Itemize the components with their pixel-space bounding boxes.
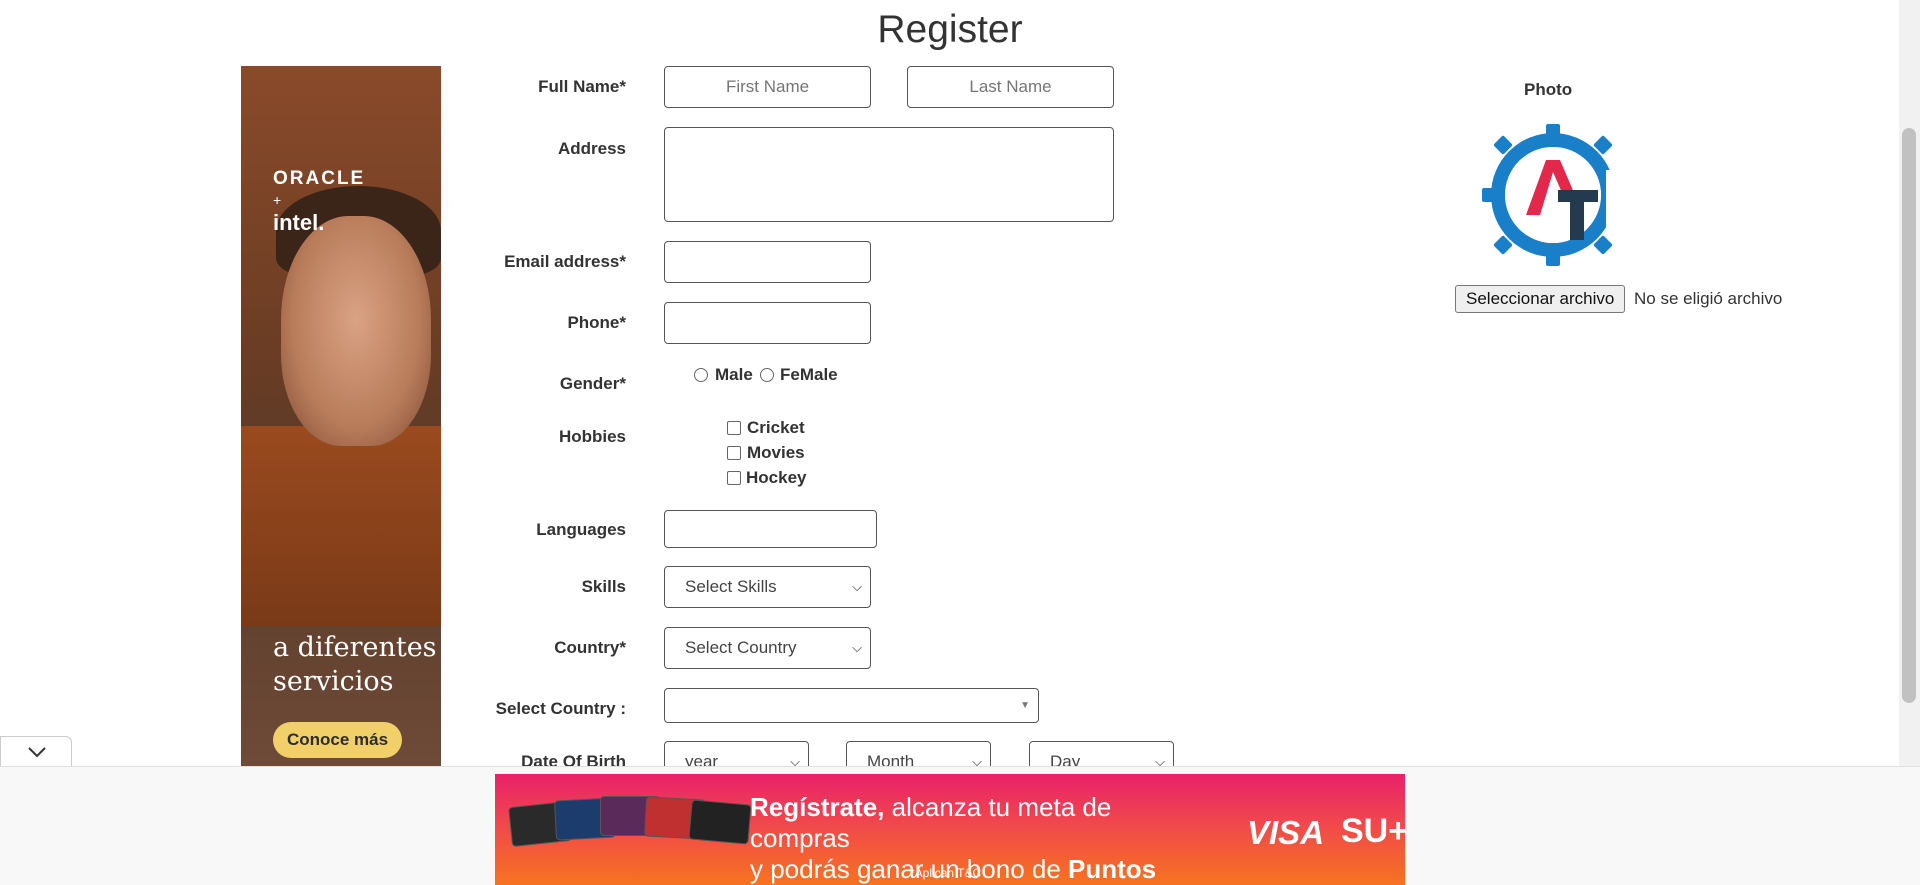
skills-select[interactable]: Select Skills ⌵ bbox=[664, 566, 871, 608]
caret-down-icon: ▼ bbox=[1020, 700, 1030, 711]
ad-brand-intel: intel. bbox=[273, 210, 325, 235]
ad-brand-plus: + bbox=[273, 192, 282, 208]
ad-card-image bbox=[688, 799, 752, 845]
ad-fine-print: *Aplican T&C bbox=[910, 866, 982, 880]
country-select-value: Select Country bbox=[685, 638, 797, 657]
last-name-input[interactable] bbox=[907, 66, 1114, 108]
ad-image-shirt bbox=[241, 426, 441, 626]
address-textarea[interactable] bbox=[664, 127, 1114, 222]
hobbies-label: Hobbies bbox=[558, 427, 626, 446]
photo-label: Photo bbox=[1524, 80, 1573, 99]
chevron-down-icon: ⌵ bbox=[852, 579, 862, 594]
bottom-advertisement[interactable]: Regístrate, alcanza tu meta de compras y… bbox=[495, 774, 1405, 885]
ad-image-face bbox=[281, 216, 431, 446]
ad-brand-visa: VISA bbox=[1247, 814, 1325, 851]
full-name-label: Full Name* bbox=[538, 77, 626, 96]
gender-male-radio[interactable] bbox=[694, 368, 708, 382]
ad-tagline: a diferentes servicios bbox=[273, 632, 437, 697]
email-label: Email address* bbox=[504, 252, 626, 271]
ad-message-bold-1: Regístrate, bbox=[750, 792, 885, 822]
gender-label: Gender* bbox=[559, 374, 626, 393]
hobby-cricket-checkbox[interactable] bbox=[727, 421, 741, 435]
ad-brand-oracle: ORACLE bbox=[273, 168, 366, 189]
ad-brand-su: SU+ bbox=[1341, 812, 1405, 850]
select-country-combobox[interactable]: ▼ bbox=[664, 688, 1039, 723]
hobby-hockey-checkbox[interactable] bbox=[727, 471, 741, 485]
select-country-label: Select Country : bbox=[495, 699, 626, 718]
company-logo bbox=[1482, 124, 1628, 266]
languages-input[interactable] bbox=[664, 510, 877, 548]
country-label: Country* bbox=[554, 638, 626, 657]
hobby-movies-checkbox[interactable] bbox=[727, 446, 741, 460]
choose-file-button[interactable]: Seleccionar archivo bbox=[1455, 285, 1626, 313]
scrollbar-thumb[interactable] bbox=[1902, 128, 1916, 703]
phone-label: Phone* bbox=[567, 313, 626, 332]
file-status-text: No se eligió archivo bbox=[1634, 289, 1783, 308]
email-input[interactable] bbox=[664, 241, 871, 283]
collapse-ad-button[interactable] bbox=[0, 736, 72, 766]
ad-cta-button[interactable]: Conoce más bbox=[273, 722, 403, 758]
gender-male-label: Male bbox=[715, 365, 753, 384]
hobby-cricket-label: Cricket bbox=[747, 418, 805, 437]
chevron-down-icon bbox=[28, 747, 46, 758]
hobby-hockey-label: Hockey bbox=[746, 468, 807, 487]
side-advertisement[interactable]: ORACLE + intel. a diferentes servicios C… bbox=[241, 66, 441, 766]
hobby-movies-label: Movies bbox=[747, 443, 805, 462]
country-select[interactable]: Select Country ⌵ bbox=[664, 627, 871, 669]
gender-female-radio[interactable] bbox=[760, 368, 774, 382]
skills-label: Skills bbox=[581, 577, 626, 596]
chevron-down-icon: ⌵ bbox=[852, 640, 862, 655]
languages-label: Languages bbox=[536, 520, 626, 539]
address-label: Address bbox=[557, 139, 626, 158]
page-title: Register bbox=[877, 8, 1023, 51]
gender-female-label: FeMale bbox=[780, 365, 838, 384]
phone-input[interactable] bbox=[664, 302, 871, 344]
skills-select-value: Select Skills bbox=[685, 577, 777, 596]
first-name-input[interactable] bbox=[664, 66, 871, 108]
